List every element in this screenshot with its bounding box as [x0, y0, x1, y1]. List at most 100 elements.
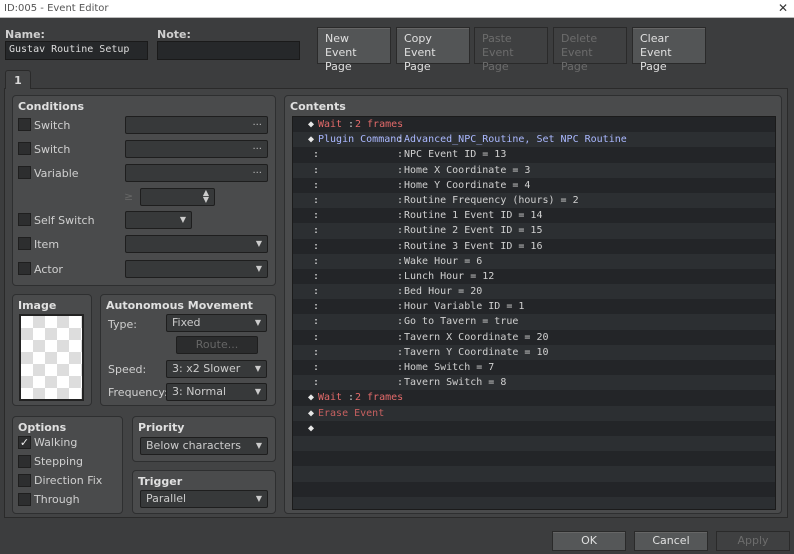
empty-row[interactable] — [293, 496, 775, 509]
apply-button[interactable]: Apply — [716, 531, 790, 551]
command-row[interactable]: :: Wake Hour = 6 — [293, 253, 775, 269]
command-row[interactable]: ◆ — [293, 421, 775, 436]
separator: : — [397, 362, 404, 373]
switch1-checkbox[interactable] — [18, 118, 31, 131]
continuation-marker: : — [313, 362, 320, 373]
priority-select[interactable]: Below characters ▼ — [140, 437, 268, 455]
note-label: Note: — [157, 28, 191, 41]
continuation-marker: : — [313, 270, 320, 282]
separator: : — [397, 377, 404, 389]
tab-page-1[interactable]: 1 — [5, 70, 31, 89]
delete-event-page-button[interactable]: Delete Event Page — [553, 27, 627, 73]
separator: : — [397, 346, 404, 358]
command-row[interactable]: :: Home Y Coordinate = 4 — [293, 178, 775, 193]
command-args: NPC Event ID = 13 — [404, 149, 507, 161]
route-button[interactable]: Route... — [176, 336, 258, 354]
command-row[interactable]: :: Go to Tavern = true — [293, 314, 775, 330]
through-checkbox[interactable] — [18, 493, 31, 506]
speed-select[interactable]: 3: x2 Slower ▼ — [166, 360, 267, 378]
speed-value: 3: x2 Slower — [172, 362, 241, 375]
command-row[interactable]: :: Bed Hour = 20 — [293, 284, 775, 300]
command-args: Home Y Coordinate = 4 — [404, 179, 531, 191]
command-row[interactable]: :: Tavern Switch = 8 — [293, 375, 775, 391]
close-icon[interactable]: ✕ — [778, 1, 788, 15]
command-args: Tavern Y Coordinate = 10 — [404, 346, 549, 358]
command-args: Routine 1 Event ID = 14 — [404, 210, 543, 222]
command-args: 2 frames — [355, 119, 404, 130]
command-args: Wake Hour = 6 — [404, 255, 483, 267]
image-title: Image — [18, 299, 57, 312]
variable-value-spinner[interactable]: ▲ ▼ — [140, 188, 215, 206]
empty-row[interactable] — [293, 466, 775, 482]
button-line: Delete — [561, 32, 598, 45]
command-args: Home Switch = 7 — [404, 362, 495, 373]
command-args: 2 frames — [355, 392, 404, 404]
frequency-label: Frequency: — [108, 386, 168, 399]
variable-field[interactable]: ... — [125, 164, 268, 182]
command-row[interactable]: :: Routine 2 Event ID = 15 — [293, 223, 775, 239]
frequency-select[interactable]: 3: Normal ▼ — [166, 383, 267, 401]
command-args: Tavern Switch = 8 — [404, 377, 507, 389]
new-event-page-button[interactable]: New Event Page — [317, 27, 391, 73]
ellipsis-icon: ... — [252, 165, 262, 176]
self-switch-select[interactable]: ▼ — [125, 211, 192, 229]
trigger-select[interactable]: Parallel ▼ — [140, 490, 268, 508]
actor-select[interactable]: ▼ — [125, 260, 268, 278]
cancel-button[interactable]: Cancel — [634, 531, 708, 551]
empty-row[interactable] — [293, 435, 775, 452]
diamond-icon: ◆ — [308, 119, 315, 130]
command-row[interactable]: :: Home Switch = 7 — [293, 360, 775, 375]
switch2-checkbox[interactable] — [18, 142, 31, 155]
trigger-title: Trigger — [138, 475, 183, 488]
copy-event-page-button[interactable]: Copy Event Page — [396, 27, 470, 73]
chevron-down-icon: ▼ — [255, 494, 262, 503]
item-checkbox[interactable] — [18, 237, 31, 250]
clear-event-page-button[interactable]: Clear Event Page — [632, 27, 706, 73]
switch2-field[interactable]: ... — [125, 140, 268, 158]
stepping-checkbox[interactable] — [18, 455, 31, 468]
self-switch-checkbox[interactable] — [18, 213, 31, 226]
continuation-marker: : — [313, 194, 320, 206]
command-row[interactable]: ◆ Plugin Command: Advanced_NPC_Routine, Se… — [293, 132, 775, 148]
character-image-picker[interactable] — [19, 314, 84, 401]
name-input[interactable]: Gustav Routine Setup — [5, 41, 148, 60]
variable-checkbox[interactable] — [18, 166, 31, 179]
empty-row[interactable] — [293, 451, 775, 466]
command-row[interactable]: ◆ Erase Event — [293, 405, 775, 421]
through-label: Through — [34, 493, 80, 506]
command-args: Advanced_NPC_Routine, Set NPC Routine — [404, 134, 627, 146]
command-row[interactable]: :: NPC Event ID = 13 — [293, 147, 775, 162]
command-row[interactable]: :: Routine 3 Event ID = 16 — [293, 239, 775, 254]
event-command-list[interactable]: ◆ Wait:2 frames ◆ Plugin Command: Advanced_N… — [292, 116, 776, 510]
speed-label: Speed: — [108, 363, 147, 376]
chevron-down-icon: ▼ — [254, 387, 261, 396]
command-row[interactable]: ◆ Wait:2 frames — [293, 390, 775, 405]
actor-checkbox[interactable] — [18, 262, 31, 275]
command-row[interactable]: :: Tavern X Coordinate = 20 — [293, 330, 775, 345]
variable-label: Variable — [34, 167, 79, 180]
item-select[interactable]: ▼ — [125, 235, 268, 253]
walking-checkbox[interactable]: ✓ — [18, 436, 31, 449]
direction-fix-checkbox[interactable] — [18, 474, 31, 487]
paste-event-page-button[interactable]: Paste Event Page — [474, 27, 548, 73]
separator: : — [397, 149, 404, 161]
diamond-icon: ◆ — [308, 392, 315, 404]
type-select[interactable]: Fixed ▼ — [166, 314, 267, 332]
command-row[interactable]: :: Tavern Y Coordinate = 10 — [293, 344, 775, 360]
ok-button[interactable]: OK — [552, 531, 626, 551]
switch1-field[interactable]: ... — [125, 116, 268, 134]
name-label: Name: — [5, 28, 45, 41]
note-input[interactable] — [157, 41, 300, 60]
command-row[interactable]: :: Lunch Hour = 12 — [293, 269, 775, 284]
separator: : — [397, 225, 404, 237]
command-row[interactable]: :: Routine Frequency (hours) = 2 — [293, 192, 775, 209]
command-args: Bed Hour = 20 — [404, 286, 483, 298]
command-row[interactable]: :: Routine 1 Event ID = 14 — [293, 208, 775, 223]
command-row[interactable]: :: Hour Variable ID = 1 — [293, 299, 775, 314]
empty-row[interactable] — [293, 482, 775, 497]
continuation-marker: : — [313, 255, 320, 267]
continuation-marker: : — [313, 346, 320, 358]
command-row[interactable]: ◆ Wait:2 frames — [293, 117, 775, 132]
separator: : — [397, 270, 404, 282]
command-row[interactable]: :: Home X Coordinate = 3 — [293, 162, 775, 178]
